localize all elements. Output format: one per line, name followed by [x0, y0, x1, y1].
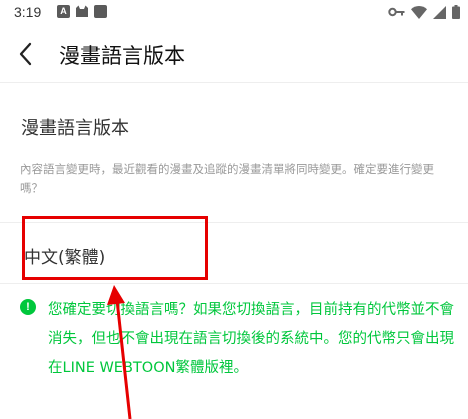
- status-bar: 3:19 A: [0, 0, 468, 28]
- wifi-icon: [411, 5, 427, 19]
- page-title: 漫畫語言版本: [59, 44, 185, 68]
- key-icon: [388, 7, 405, 17]
- battery-icon: [452, 5, 460, 19]
- signal-icon: [433, 5, 446, 19]
- app-bar: 漫畫語言版本: [0, 28, 468, 83]
- status-time: 3:19: [14, 4, 42, 20]
- back-button[interactable]: [12, 38, 42, 70]
- chevron-left-icon: [19, 42, 32, 66]
- exclamation-circle-icon: !: [20, 299, 36, 315]
- section-title: 漫畫語言版本: [21, 118, 129, 139]
- square-icon: [94, 5, 107, 18]
- status-icons-left: A: [57, 5, 107, 18]
- warning-notice-text: 您確定要切換語言嗎？如果您切換語言，目前持有的代幣並不會消失，但也不會出現在語言…: [48, 302, 454, 376]
- cat-icon: [76, 5, 88, 17]
- annotation-highlight-box: [22, 216, 208, 280]
- status-icons-right: [388, 5, 460, 19]
- section-description: 內容語言變更時，最近觀看的漫畫及追蹤的漫畫清單將同時變更。確定要進行變更嗎？: [20, 162, 434, 195]
- text-a-icon: A: [57, 5, 70, 18]
